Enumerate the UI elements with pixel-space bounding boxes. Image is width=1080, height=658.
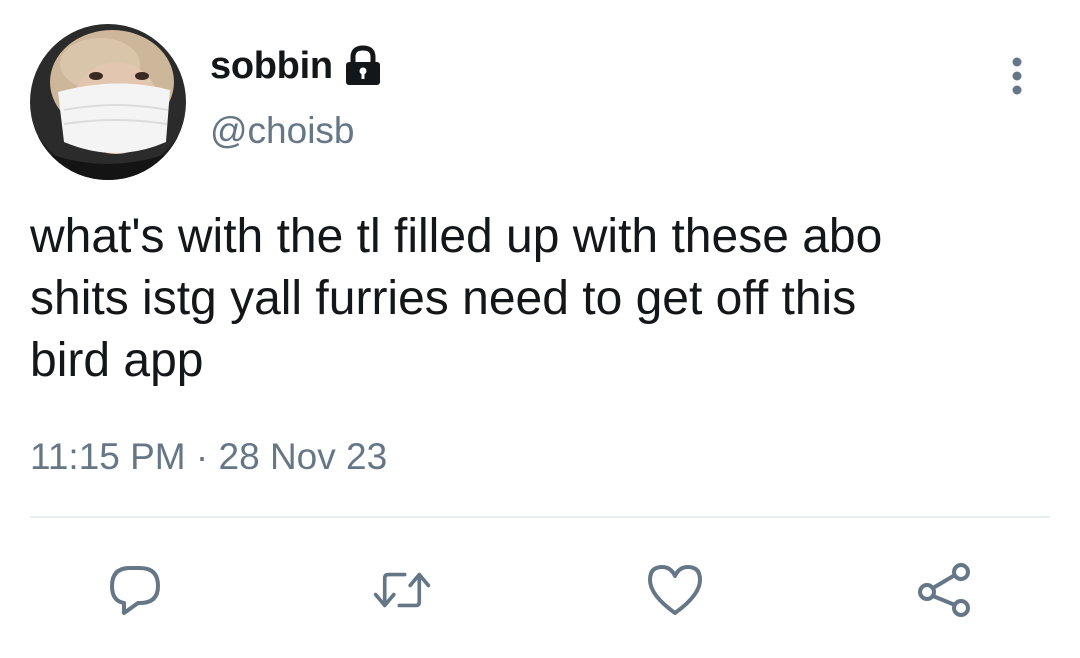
meta-dot: · — [195, 436, 209, 477]
share-icon — [918, 563, 970, 617]
meta-separator — [186, 436, 196, 478]
more-options-button[interactable] — [1000, 52, 1034, 100]
meta-separator — [208, 436, 218, 478]
tweet-timestamp[interactable]: 11:15 PM · 28 Nov 23 — [30, 436, 387, 478]
lock-icon — [343, 45, 383, 87]
divider — [30, 516, 1050, 518]
tweet-time: 11:15 PM — [30, 436, 186, 477]
like-button[interactable] — [645, 560, 705, 620]
more-vertical-icon — [1012, 57, 1022, 95]
retweet-button[interactable] — [372, 560, 432, 620]
tweet-text: what's with the tl filled up with these … — [30, 210, 883, 387]
display-name[interactable]: sobbin — [210, 45, 333, 88]
reply-button[interactable] — [105, 560, 165, 620]
username-handle[interactable]: @choisb — [210, 110, 355, 152]
avatar-image — [30, 24, 186, 180]
author-row: sobbin — [210, 42, 383, 90]
avatar[interactable] — [30, 24, 186, 180]
tweet-date: 28 Nov 23 — [218, 436, 388, 477]
reply-icon — [110, 566, 160, 615]
tweet-card: sobbin @choisb what's with the tl filled… — [0, 0, 1080, 658]
retweet-icon — [373, 572, 431, 608]
heart-icon — [648, 565, 702, 615]
share-button[interactable] — [915, 560, 975, 620]
